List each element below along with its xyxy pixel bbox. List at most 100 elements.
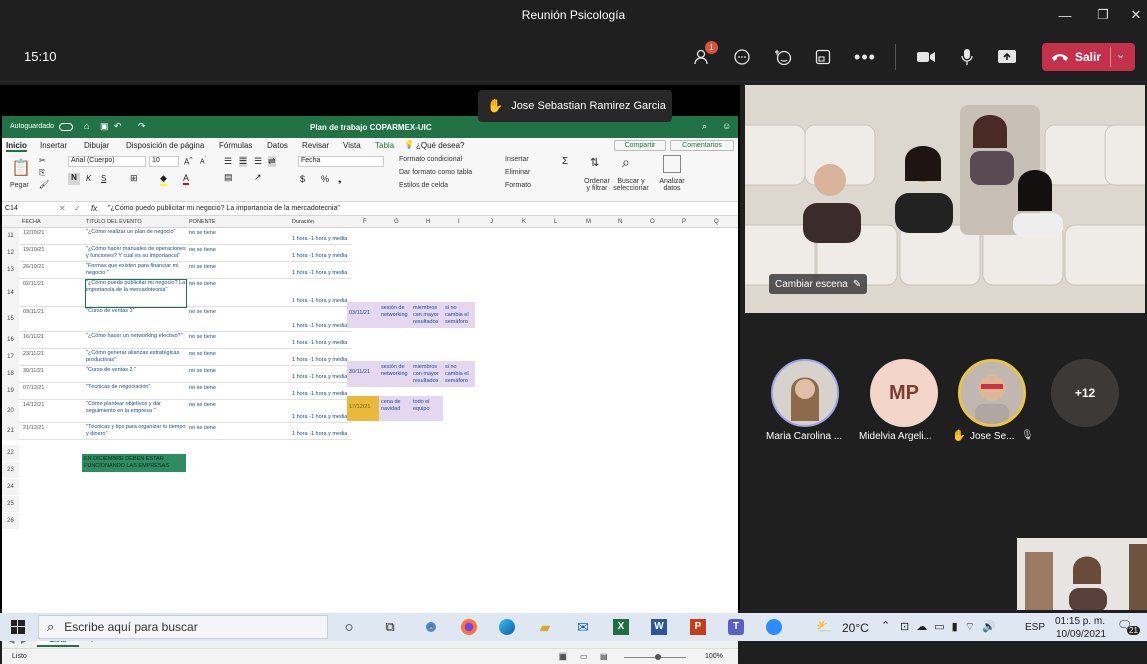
cell-date[interactable]: 02/11/21 bbox=[23, 281, 44, 288]
more-options-icon[interactable]: ••• bbox=[852, 44, 878, 70]
cell-duration[interactable]: 1 hora -1 hora y media bbox=[292, 391, 347, 398]
tab-disposicion[interactable]: Disposición de página bbox=[126, 141, 204, 150]
cell-duration[interactable]: 1 hora -1 hora y media bbox=[292, 414, 347, 421]
cell-duration[interactable]: 1 hora -1 hora y media bbox=[292, 236, 347, 243]
fill-color-icon[interactable]: ◆ bbox=[160, 173, 167, 186]
tray-icons[interactable]: ⊡☁▭▮⌔🔊 bbox=[900, 620, 1003, 634]
camera-icon[interactable] bbox=[913, 44, 939, 70]
find-select-icon[interactable]: ⌕ bbox=[622, 154, 630, 171]
event-date[interactable]: 30/11/21 bbox=[347, 361, 379, 387]
home-icon[interactable]: ⌂ bbox=[84, 121, 89, 131]
italic-icon[interactable]: K bbox=[86, 174, 91, 183]
cell-speaker[interactable]: no se tiene bbox=[189, 425, 216, 432]
rooms-icon[interactable] bbox=[810, 44, 836, 70]
cell-date[interactable]: 14/12/21 bbox=[23, 402, 44, 409]
cell-duration[interactable]: 1 hora -1 hora y media bbox=[292, 374, 347, 381]
increase-font-icon[interactable]: A^ bbox=[184, 156, 192, 167]
teams-app-icon[interactable]: T bbox=[724, 616, 748, 638]
table-row[interactable]: 16 16/11/21 "¿Cómo hacer un networking efe… bbox=[2, 332, 352, 349]
function-icon[interactable]: fx bbox=[91, 204, 97, 213]
formula-enter-icon[interactable]: ✓ bbox=[74, 204, 81, 213]
share-screen-icon[interactable] bbox=[994, 44, 1020, 70]
tell-me-search[interactable]: ¿Qué desea? bbox=[416, 141, 464, 150]
thousands-icon[interactable]: ❟ bbox=[338, 174, 342, 185]
row-number[interactable]: 16 bbox=[2, 332, 19, 349]
row-number[interactable]: 19 bbox=[2, 383, 19, 400]
event-a[interactable]: cena de navidad bbox=[381, 399, 411, 413]
chevron-down-icon[interactable]: ⌄ bbox=[1116, 48, 1125, 61]
event-b[interactable]: todo el equipo bbox=[413, 399, 443, 413]
cell-duration[interactable]: 1 hora -1 hora y media bbox=[292, 431, 347, 438]
table-row[interactable]: 19 07/12/21 "Técnicas de negociación" no se… bbox=[2, 383, 352, 400]
row-number[interactable]: 13 bbox=[2, 262, 19, 279]
search-icon[interactable]: ⌕ bbox=[702, 121, 707, 132]
cell-date[interactable]: 30/11/21 bbox=[23, 368, 44, 375]
taskbar-search[interactable]: ⌕ Escribe aquí para buscar bbox=[38, 615, 328, 639]
cell-speaker[interactable]: no se tiene bbox=[189, 247, 216, 254]
chat-icon[interactable] bbox=[729, 44, 755, 70]
cell-duration[interactable]: 1 hora -1 hora y media bbox=[292, 357, 347, 364]
column-letter-l[interactable]: L bbox=[554, 219, 557, 225]
merge-icon[interactable]: ▤ bbox=[224, 172, 233, 183]
column-letter-k[interactable]: K bbox=[522, 219, 526, 225]
cell-title[interactable]: "Técnicas de negociación" bbox=[86, 384, 186, 391]
normal-view-icon[interactable]: ▦ bbox=[559, 652, 567, 661]
reactions-icon[interactable] bbox=[770, 44, 796, 70]
cell-date[interactable]: 09/11/21 bbox=[23, 309, 44, 316]
format-painter-icon[interactable]: 🖌 bbox=[39, 180, 49, 189]
sum-icon[interactable]: Σ bbox=[562, 156, 568, 167]
share-button[interactable]: Compartir bbox=[614, 140, 666, 151]
cell-speaker[interactable]: no se tiene bbox=[189, 351, 216, 358]
page-break-icon[interactable]: ▤ bbox=[600, 652, 608, 661]
cell-duration[interactable]: 1 hora -1 hora y media bbox=[292, 270, 347, 277]
cell-title[interactable]: "¿Cómo hacer un networking efectivo?" bbox=[86, 333, 186, 340]
event-date[interactable]: 03/11/21 bbox=[347, 302, 379, 328]
zoom-app-icon[interactable] bbox=[762, 616, 786, 638]
excel-app-icon[interactable]: X bbox=[609, 616, 633, 638]
file-explorer-icon[interactable]: ▰ bbox=[533, 616, 557, 638]
maximize-icon[interactable]: ❐ bbox=[1088, 0, 1118, 30]
word-app-icon[interactable]: W bbox=[647, 616, 671, 638]
page-layout-icon[interactable]: ▭ bbox=[580, 652, 588, 661]
tab-dibujar[interactable]: Dibujar bbox=[84, 141, 109, 150]
align-center-icon[interactable]: ☰ bbox=[239, 156, 248, 167]
column-letter-m[interactable]: M bbox=[586, 219, 591, 225]
tab-inicio[interactable]: Inicio bbox=[6, 141, 27, 152]
zoom-thumb[interactable] bbox=[655, 654, 661, 660]
cell-speaker[interactable]: no se tiene bbox=[189, 368, 216, 375]
tab-insertar[interactable]: Insertar bbox=[40, 141, 67, 150]
row-number[interactable]: 12 bbox=[2, 245, 19, 262]
cell-styles-button[interactable]: Estilos de celda bbox=[399, 182, 448, 189]
cell-title[interactable]: "¿Cómo generar alianzas estratégicas pro… bbox=[86, 350, 186, 364]
row-number[interactable]: 20 bbox=[2, 400, 19, 423]
avatar-maria[interactable] bbox=[771, 359, 839, 427]
number-format-select[interactable]: Fecha bbox=[298, 156, 384, 167]
cell-title[interactable]: "¿Cómo puedo publicitar mi negocio? La i… bbox=[85, 279, 187, 308]
cell-date[interactable]: 12/10/21 bbox=[23, 230, 44, 237]
sheet-grid[interactable]: FECHA TITULO DEL EVENTO PONENTE Duración… bbox=[2, 216, 738, 634]
participants-icon[interactable]: 1 bbox=[690, 41, 718, 70]
tab-datos[interactable]: Datos bbox=[267, 141, 288, 150]
cell-title[interactable]: "¿Cómo hacer manuales de operaciones y f… bbox=[86, 246, 186, 260]
tab-formulas[interactable]: Fórmulas bbox=[219, 141, 252, 150]
cell-title[interactable]: "Formas que existen para financiar mi ne… bbox=[86, 263, 186, 277]
clock-date[interactable]: 10/09/2021 bbox=[1056, 629, 1106, 640]
cell-duration[interactable]: 1 hora -1 hora y media bbox=[292, 298, 347, 305]
column-letter-g[interactable]: G bbox=[394, 219, 399, 225]
avatar-mp[interactable]: MP bbox=[870, 359, 938, 427]
december-note[interactable]: EN DICIEMBRE DEBEN ESTAR FUNCIONANDO LAS… bbox=[82, 454, 186, 472]
align-left-icon[interactable]: ☰ bbox=[224, 156, 232, 167]
cell-speaker[interactable]: no se tiene bbox=[189, 334, 216, 341]
formula-input[interactable]: "¿Cómo puedo publicitar mi negocio? La i… bbox=[108, 205, 340, 212]
windows-start-icon[interactable] bbox=[6, 616, 30, 638]
language-indicator[interactable]: ESP bbox=[1025, 622, 1045, 633]
cell-speaker[interactable]: no se tiene bbox=[189, 402, 216, 409]
wrap-text-icon[interactable]: ⇌ bbox=[268, 156, 276, 167]
table-row[interactable]: 15 09/11/21 "Curso de ventas 1" no se tiene… bbox=[2, 307, 352, 332]
delete-cells-button[interactable]: Eliminar bbox=[505, 169, 530, 176]
row-number[interactable]: 25 bbox=[2, 496, 19, 512]
conditional-format-button[interactable]: Formato condicional bbox=[399, 156, 462, 163]
cell-duration[interactable]: 1 hora -1 hora y media bbox=[292, 253, 347, 260]
event-c[interactable]: si no cambia el semáforo bbox=[445, 364, 475, 385]
percent-icon[interactable]: % bbox=[321, 174, 329, 184]
